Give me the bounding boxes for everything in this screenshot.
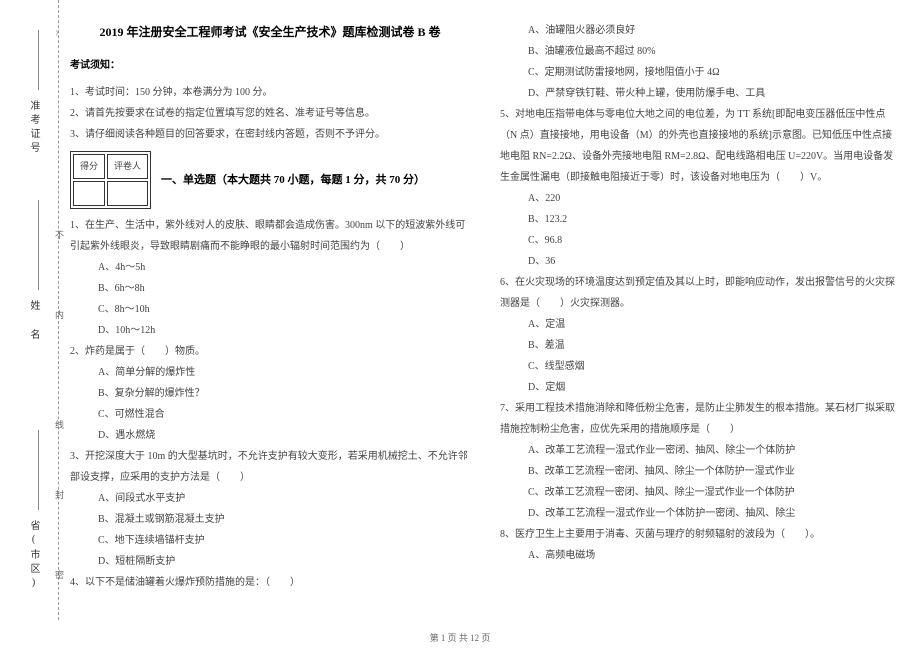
binding-char-4: 内 bbox=[53, 310, 66, 319]
q6-opt-c: C、线型感烟 bbox=[500, 356, 900, 377]
right-column: A、油罐阻火器必须良好 B、油罐液位最高不超过 80% C、定期测试防雷接地网，… bbox=[500, 20, 900, 593]
q4-opt-a: A、油罐阻火器必须良好 bbox=[500, 20, 900, 41]
q3-stem: 3、开挖深度大于 10m 的大型基坑时，不允许支护有较大变形，若采用机械挖土、不… bbox=[70, 446, 470, 488]
q2-opt-a: A、简单分解的爆炸性 bbox=[70, 362, 470, 383]
q3-opt-c: C、地下连续墙锚杆支护 bbox=[70, 530, 470, 551]
q1-opt-a: A、4h～5h bbox=[70, 257, 470, 278]
q7-opt-d: D、改革工艺流程一湿式作业一个体防护一密闭、抽风、除尘 bbox=[500, 503, 900, 524]
section1-header-row: 得分 评卷人 一、单选题（本大题共 70 小题，每题 1 分，共 70 分） bbox=[70, 151, 470, 209]
binding-char-top: ⌢ bbox=[53, 30, 63, 36]
binding-char-5: 不 bbox=[53, 230, 66, 239]
binding-char-3: 线 bbox=[53, 420, 66, 429]
q3-opt-d: D、短桩隔断支护 bbox=[70, 551, 470, 572]
q7-stem: 7、采用工程技术措施消除和降低粉尘危害，是防止尘肺发生的根本措施。某石材厂拟采取… bbox=[500, 398, 900, 440]
q7-opt-a: A、改革工艺流程一湿式作业一密闭、抽风、除尘一个体防护 bbox=[500, 440, 900, 461]
q2-stem: 2、炸药是属于（ ）物质。 bbox=[70, 341, 470, 362]
notice-heading: 考试须知： bbox=[70, 55, 470, 76]
two-column-layout: 2019 年注册安全工程师考试《安全生产技术》题库检测试卷 B 卷 考试须知： … bbox=[70, 20, 900, 593]
field-name-line bbox=[38, 200, 39, 290]
left-column: 2019 年注册安全工程师考试《安全生产技术》题库检测试卷 B 卷 考试须知： … bbox=[70, 20, 470, 593]
q5-opt-a: A、220 bbox=[500, 188, 900, 209]
field-province: 省(市区) bbox=[26, 520, 41, 592]
q8-stem: 8、医疗卫生上主要用于消毒、灭菌与理疗的射频辐射的波段为（ ）。 bbox=[500, 524, 900, 545]
q4-stem: 4、以下不是储油罐着火爆炸预防措施的是：（ ） bbox=[70, 572, 470, 593]
score-box: 得分 评卷人 bbox=[70, 151, 151, 209]
q5-opt-d: D、36 bbox=[500, 251, 900, 272]
binding-char-1: 密 bbox=[53, 570, 66, 579]
q1-opt-c: C、8h～10h bbox=[70, 299, 470, 320]
binding-char-2: 封 bbox=[53, 490, 66, 499]
field-province-line bbox=[38, 430, 39, 510]
q3-opt-b: B、混凝土或钢筋混凝土支护 bbox=[70, 509, 470, 530]
exam-title: 2019 年注册安全工程师考试《安全生产技术》题库检测试卷 B 卷 bbox=[70, 20, 470, 45]
q3-opt-a: A、间段式水平支护 bbox=[70, 488, 470, 509]
score-blank bbox=[73, 181, 105, 206]
q6-stem: 6、在火灾现场的环境温度达到预定值及其以上时，即能响应动作，发出报警信号的火灾探… bbox=[500, 272, 900, 314]
q2-opt-d: D、遇水燃烧 bbox=[70, 425, 470, 446]
q1-stem: 1、在生产、生活中，紫外线对人的皮肤、眼睛都会造成伤害。300nm 以下的短波紫… bbox=[70, 215, 470, 257]
q6-opt-d: D、定烟 bbox=[500, 377, 900, 398]
section1-title: 一、单选题（本大题共 70 小题，每题 1 分，共 70 分） bbox=[161, 169, 425, 192]
q5-opt-c: C、96.8 bbox=[500, 230, 900, 251]
q5-stem: 5、对地电压指带电体与零电位大地之间的电位差，为 TT 系统[即配电变压器低压中… bbox=[500, 104, 900, 188]
q8-opt-a: A、高频电磁场 bbox=[500, 545, 900, 566]
grader-label: 评卷人 bbox=[107, 154, 148, 179]
notice-item-1: 1、考试时间：150 分钟，本卷满分为 100 分。 bbox=[70, 82, 470, 103]
field-exam-id: 准考证号 bbox=[26, 100, 41, 156]
q4-opt-b: B、油罐液位最高不超过 80% bbox=[500, 41, 900, 62]
q4-opt-d: D、严禁穿铁钉鞋、带火种上罐，使用防爆手电、工具 bbox=[500, 83, 900, 104]
q7-opt-c: C、改革工艺流程一密闭、抽风、除尘一湿式作业一个体防护 bbox=[500, 482, 900, 503]
q5-opt-b: B、123.2 bbox=[500, 209, 900, 230]
q7-opt-b: B、改革工艺流程一密闭、抽风、除尘一个体防护一湿式作业 bbox=[500, 461, 900, 482]
field-exam-id-line bbox=[38, 30, 39, 90]
page-content: 2019 年注册安全工程师考试《安全生产技术》题库检测试卷 B 卷 考试须知： … bbox=[0, 0, 920, 593]
score-label: 得分 bbox=[73, 154, 105, 179]
q6-opt-a: A、定温 bbox=[500, 314, 900, 335]
notice-item-3: 3、请仔细阅读各种题目的回答要求，在密封线内答题，否则不予评分。 bbox=[70, 124, 470, 145]
q2-opt-c: C、可燃性混合 bbox=[70, 404, 470, 425]
q1-opt-d: D、10h～12h bbox=[70, 320, 470, 341]
q2-opt-b: B、复杂分解的爆炸性？ bbox=[70, 383, 470, 404]
grader-blank bbox=[107, 181, 148, 206]
q4-opt-c: C、定期测试防雷接地网，接地阻值小于 4Ω bbox=[500, 62, 900, 83]
notice-item-2: 2、请首先按要求在试卷的指定位置填写您的姓名、准考证号等信息。 bbox=[70, 103, 470, 124]
q1-opt-b: B、6h～8h bbox=[70, 278, 470, 299]
binding-margin: ⌢ 密 封 线 内 不 省(市区) 姓 名 准考证号 bbox=[8, 0, 63, 620]
page-footer: 第 1 页 共 12 页 bbox=[0, 631, 920, 644]
field-name: 姓 名 bbox=[26, 300, 41, 343]
q6-opt-b: B、差温 bbox=[500, 335, 900, 356]
